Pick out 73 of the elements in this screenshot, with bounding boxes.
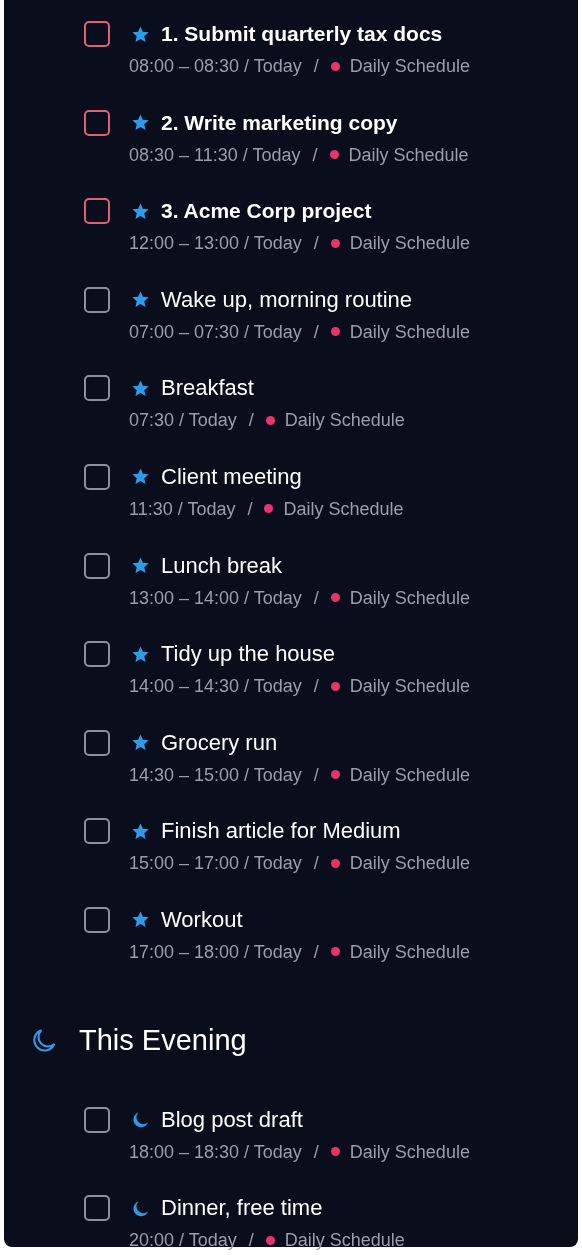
task-time: 07:00 – 07:30 / Today: [129, 320, 302, 343]
task-time: 15:00 – 17:00 / Today: [129, 852, 302, 875]
checkbox[interactable]: [84, 375, 110, 402]
separator: /: [312, 143, 318, 166]
list-name: Daily Schedule: [283, 497, 404, 520]
checkbox[interactable]: [84, 818, 110, 845]
separator: /: [313, 763, 319, 786]
separator: /: [313, 320, 319, 343]
task-time: 18:00 – 18:30 / Today: [129, 1140, 302, 1163]
list-name: Daily Schedule: [284, 1229, 405, 1252]
separator: /: [313, 940, 319, 963]
checkbox[interactable]: [84, 21, 110, 47]
task-time: 08:30 – 11:30 / Today: [129, 143, 301, 166]
separator: /: [247, 497, 253, 520]
separator: /: [313, 55, 319, 77]
list-name: Daily Schedule: [349, 55, 470, 77]
task-title: Lunch break: [161, 551, 283, 580]
task-title: Breakfast: [161, 374, 254, 403]
task-time: 14:00 – 14:30 / Today: [129, 675, 302, 698]
star-icon: [131, 378, 150, 398]
task-title: 1. Submit quarterly tax docs: [161, 21, 443, 47]
task-time: 17:00 – 18:00 / Today: [129, 940, 302, 963]
checkbox[interactable]: [84, 198, 110, 225]
task-time: 14:30 – 15:00 / Today: [129, 763, 302, 786]
separator: /: [248, 1229, 254, 1252]
checkbox[interactable]: [84, 729, 110, 756]
star-icon: [131, 644, 150, 664]
task-time: 07:30 / Today: [129, 409, 237, 432]
separator: /: [313, 852, 319, 875]
task-time: 12:00 – 13:00 / Today: [129, 232, 302, 255]
star-icon: [131, 821, 150, 841]
list-name: Daily Schedule: [349, 320, 470, 343]
task-title: Dinner, free time: [161, 1194, 323, 1223]
task-time: 20:00 / Today: [129, 1229, 237, 1252]
list-name: Daily Schedule: [349, 852, 470, 875]
list-name: Daily Schedule: [349, 586, 470, 609]
task-title: 2. Write marketing copy: [161, 109, 398, 136]
separator: /: [313, 1140, 319, 1163]
task-time: 13:00 – 14:00 / Today: [129, 586, 302, 609]
star-icon: [131, 201, 150, 221]
task-title: Wake up, morning routine: [161, 285, 413, 314]
task-title: Workout: [161, 905, 243, 934]
task-time: 11:30 / Today: [129, 497, 236, 520]
separator: /: [313, 232, 319, 255]
checkbox[interactable]: [84, 552, 110, 579]
task-time: 08:00 – 08:30 / Today: [129, 55, 302, 77]
checkbox[interactable]: [84, 1195, 110, 1222]
checkbox[interactable]: [84, 906, 110, 933]
checkbox[interactable]: [84, 1106, 110, 1133]
separator: /: [313, 675, 319, 698]
task-title: Blog post draft: [161, 1105, 303, 1134]
checkbox[interactable]: [84, 109, 110, 136]
list-name: Daily Schedule: [349, 1140, 470, 1163]
moon-icon: [131, 1110, 150, 1130]
checkbox[interactable]: [84, 641, 110, 668]
list-name: Daily Schedule: [349, 675, 470, 698]
list-name: Daily Schedule: [349, 940, 470, 963]
section-heading: This Evening: [79, 1022, 247, 1058]
list-name: Daily Schedule: [349, 232, 470, 255]
list-name: Daily Schedule: [349, 763, 470, 786]
checkbox[interactable]: [84, 463, 110, 490]
list-name: Daily Schedule: [284, 409, 405, 432]
list-name: Daily Schedule: [348, 143, 469, 166]
moon-icon: [131, 1198, 150, 1218]
checkbox[interactable]: [84, 286, 110, 313]
task-title: Grocery run: [161, 728, 278, 757]
task-title: Tidy up the house: [161, 640, 336, 669]
separator: /: [313, 586, 319, 609]
task-title: Finish article for Medium: [161, 817, 401, 846]
task-title: Client meeting: [161, 462, 302, 491]
task-title: 3. Acme Corp project: [161, 198, 372, 225]
star-icon: [131, 24, 150, 44]
separator: /: [248, 409, 254, 432]
